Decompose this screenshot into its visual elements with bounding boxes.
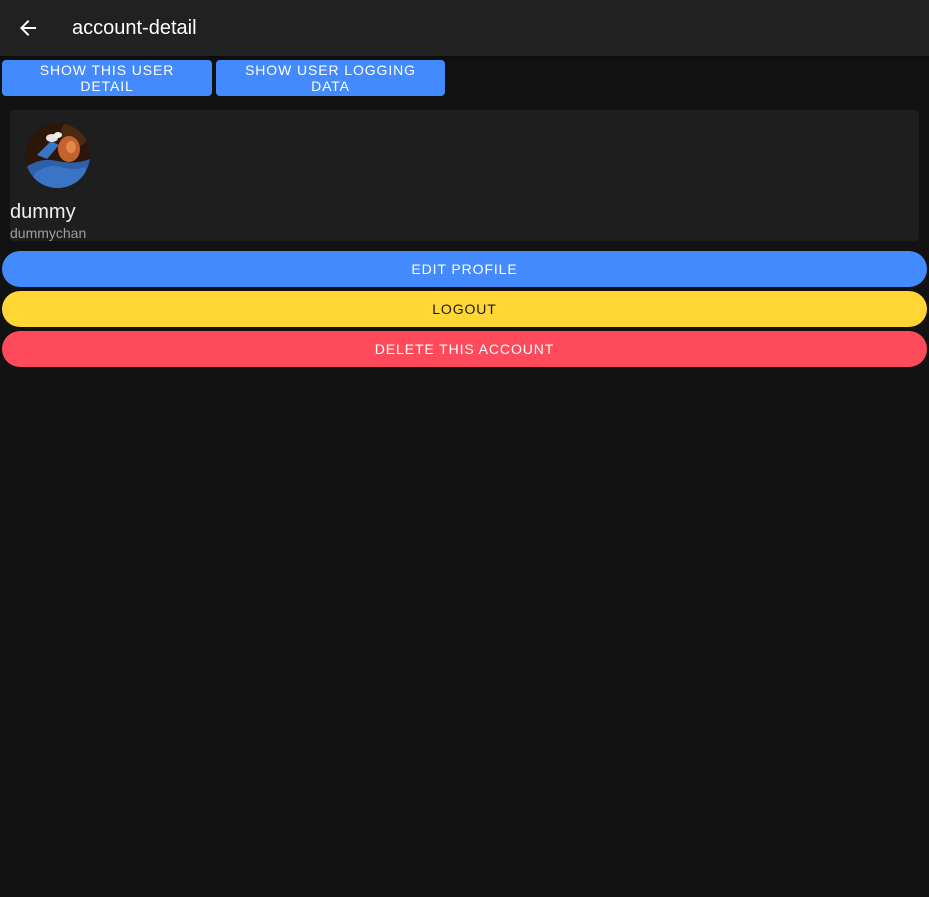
page-title: account-detail <box>72 16 197 39</box>
app-bar: account-detail <box>0 0 929 56</box>
arrow-left-icon <box>20 20 36 36</box>
back-button[interactable] <box>0 0 56 56</box>
edit-profile-button[interactable]: EDIT PROFILE <box>2 251 927 287</box>
username: dummychan <box>10 225 87 241</box>
logout-button[interactable]: LOGOUT <box>2 291 927 327</box>
show-user-logging-data-button[interactable]: SHOW USER LOGGING DATA <box>216 60 445 96</box>
show-user-detail-button[interactable]: SHOW THIS USER DETAIL <box>2 60 212 96</box>
display-name: dummy <box>10 201 76 223</box>
view-toggle-group: SHOW THIS USER DETAIL SHOW USER LOGGING … <box>2 60 445 96</box>
delete-account-button[interactable]: DELETE THIS ACCOUNT <box>2 331 927 367</box>
avatar <box>25 123 90 188</box>
user-avatar-photo <box>25 123 90 188</box>
profile-card: dummy dummychan <box>10 110 919 241</box>
